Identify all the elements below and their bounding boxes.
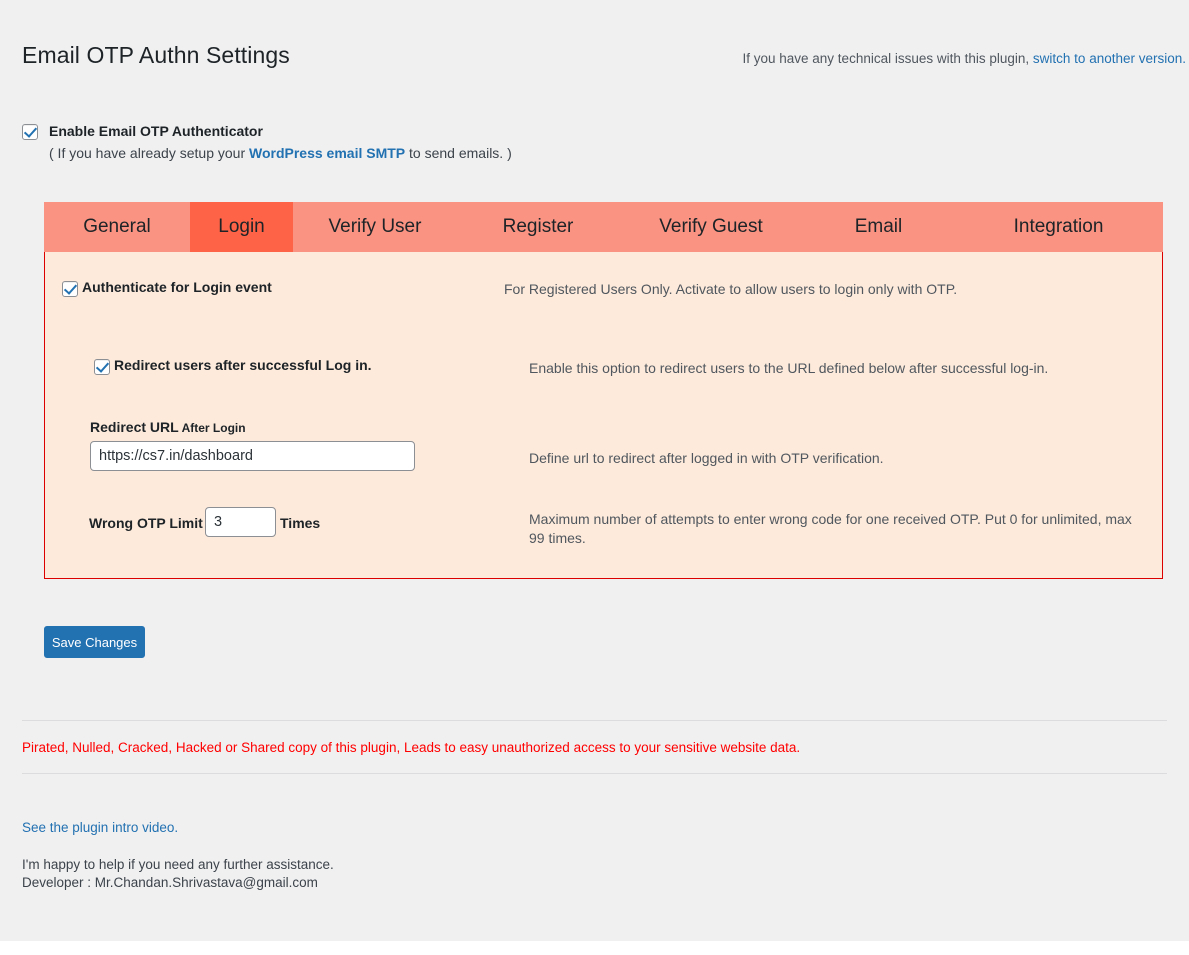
divider-top xyxy=(22,720,1167,721)
wrong-otp-limit-description: Maximum number of attempts to enter wron… xyxy=(529,511,1132,546)
tab-verify-user[interactable]: Verify User xyxy=(293,202,457,252)
wrong-otp-limit-input[interactable] xyxy=(205,507,276,537)
settings-tabbar: General Login Verify User Register Verif… xyxy=(44,202,1163,252)
redirect-url-label: Redirect URL After Login xyxy=(90,419,246,437)
technical-issues-note: If you have any technical issues with th… xyxy=(743,50,1187,68)
page-header: Email OTP Authn Settings If you have any… xyxy=(0,40,1189,80)
login-settings-panel: Authenticate for Login event For Registe… xyxy=(44,252,1163,579)
tab-login[interactable]: Login xyxy=(190,202,293,252)
intro-video-line: See the plugin intro video. xyxy=(22,819,178,837)
wrong-otp-limit-label: Wrong OTP Limit xyxy=(89,515,203,531)
developer-contact-text: Developer : Mr.Chandan.Shrivastava@gmail… xyxy=(22,875,318,890)
authenticate-login-checkbox[interactable] xyxy=(62,281,78,297)
enable-authenticator-row[interactable]: Enable Email OTP Authenticator xyxy=(22,123,822,140)
switch-version-link[interactable]: switch to another version. xyxy=(1033,51,1186,66)
tab-email[interactable]: Email xyxy=(803,202,954,252)
redirect-url-label-main: Redirect URL xyxy=(90,419,179,435)
technical-issues-text: If you have any technical issues with th… xyxy=(742,51,1033,66)
intro-video-link[interactable]: See the plugin intro video. xyxy=(22,820,178,835)
redirect-users-label: Redirect users after successful Log in. xyxy=(114,357,372,373)
redirect-users-checkbox[interactable] xyxy=(94,359,110,375)
smtp-hint-prefix: ( If you have already setup your xyxy=(49,145,249,161)
tab-verify-guest[interactable]: Verify Guest xyxy=(619,202,803,252)
wordpress-smtp-link[interactable]: WordPress email SMTP xyxy=(249,145,405,161)
redirect-url-label-sub: After Login xyxy=(178,421,246,435)
divider-bottom xyxy=(22,773,1167,774)
wrong-otp-limit-unit: Times xyxy=(280,515,321,531)
save-changes-button[interactable]: Save Changes xyxy=(44,626,145,658)
enable-authenticator-label: Enable Email OTP Authenticator xyxy=(49,123,263,139)
tab-integration[interactable]: Integration xyxy=(954,202,1163,252)
settings-page: Email OTP Authn Settings If you have any… xyxy=(0,0,1189,941)
support-help-text: I'm happy to help if you need any furthe… xyxy=(22,857,334,872)
piracy-warning: Pirated, Nulled, Cracked, Hacked or Shar… xyxy=(22,740,801,755)
authenticate-login-label: Authenticate for Login event xyxy=(82,279,272,295)
authenticate-login-description: For Registered Users Only. Activate to a… xyxy=(504,281,958,297)
enable-authenticator-checkbox[interactable] xyxy=(22,124,38,140)
smtp-hint: ( If you have already setup your WordPre… xyxy=(49,144,822,163)
smtp-hint-suffix: to send emails. ) xyxy=(405,145,512,161)
redirect-url-description: Define url to redirect after logged in w… xyxy=(529,450,884,466)
page-title: Email OTP Authn Settings xyxy=(22,42,290,68)
enable-authenticator-block: Enable Email OTP Authenticator ( If you … xyxy=(22,123,822,163)
bottom-strip xyxy=(0,941,1189,955)
tab-register[interactable]: Register xyxy=(457,202,619,252)
tab-general[interactable]: General xyxy=(44,202,190,252)
redirect-users-description: Enable this option to redirect users to … xyxy=(529,360,1049,376)
redirect-url-input[interactable] xyxy=(90,441,415,471)
